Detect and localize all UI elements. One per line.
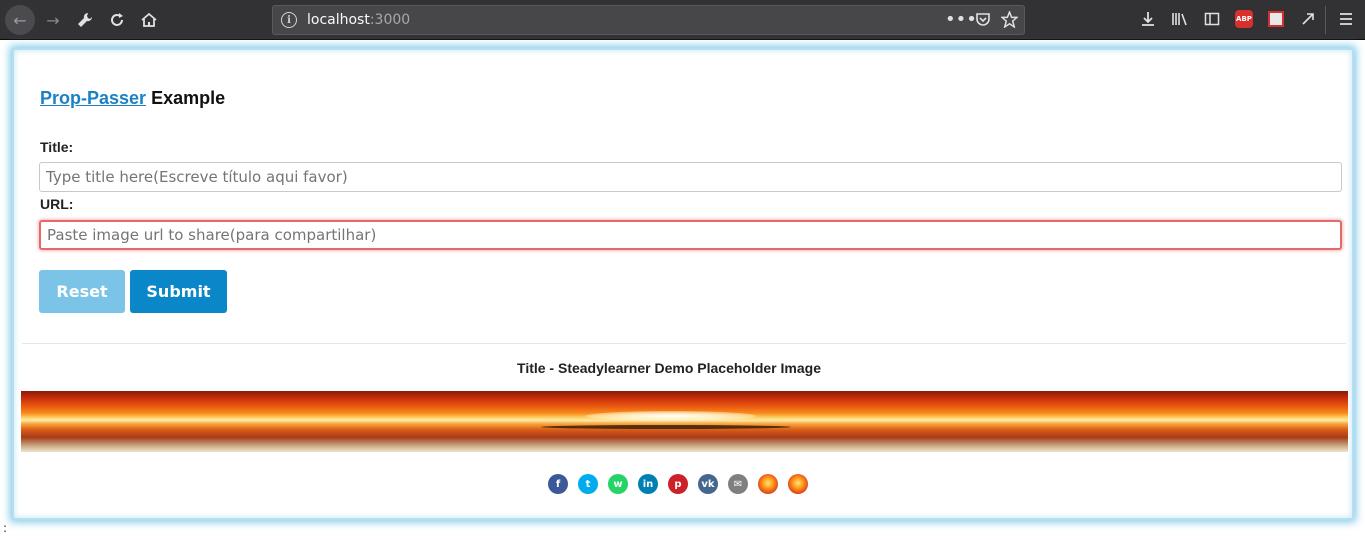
image-share-2-share-icon[interactable] (788, 474, 808, 494)
back-icon[interactable]: ← (5, 5, 35, 35)
extension-icon[interactable] (1266, 9, 1286, 29)
url-label: URL: (40, 196, 74, 212)
pocket-icon[interactable] (975, 11, 991, 31)
download-icon[interactable] (1138, 9, 1158, 29)
sun-glow (586, 411, 756, 421)
adblock-label: ABP (1235, 10, 1253, 28)
whatsapp-share-icon[interactable]: w (608, 474, 628, 494)
page-viewport: Prop-Passer Example Title: URL: Reset Su… (0, 41, 1365, 540)
page-title-rest: Example (146, 88, 226, 108)
star-icon[interactable] (1000, 10, 1019, 32)
menu-icon[interactable] (1336, 9, 1356, 29)
sunset-image (21, 391, 1348, 452)
reload-icon[interactable] (102, 5, 132, 35)
browser-toolbar: ← → i localhost:3000 ••• ABP (0, 0, 1365, 40)
url-bar[interactable]: i localhost:3000 ••• (272, 5, 1025, 35)
prop-passer-link[interactable]: Prop-Passer (40, 88, 146, 108)
image-share-1-share-icon[interactable] (758, 474, 778, 494)
forward-icon[interactable]: → (38, 5, 68, 35)
app-container: Prop-Passer Example Title: URL: Reset Su… (12, 48, 1354, 520)
bottom-mark: : (3, 521, 8, 535)
more-icon[interactable]: ••• (945, 9, 977, 30)
url-input[interactable] (39, 220, 1342, 250)
image-caption: Title - Steadylearner Demo Placeholder I… (517, 360, 821, 376)
twitter-share-icon[interactable]: t (578, 474, 598, 494)
linkedin-share-icon[interactable]: in (638, 474, 658, 494)
url-text[interactable]: localhost:3000 (307, 12, 410, 28)
library-icon[interactable] (1170, 9, 1190, 29)
email-share-icon[interactable]: ✉ (728, 474, 748, 494)
vk-share-icon[interactable]: vk (698, 474, 718, 494)
adblock-icon[interactable]: ABP (1234, 9, 1254, 29)
toolbar-separator (1325, 6, 1326, 34)
reset-button[interactable]: Reset (39, 270, 125, 313)
tool-icon[interactable] (1298, 9, 1318, 29)
info-icon[interactable]: i (281, 12, 297, 28)
title-input[interactable] (39, 162, 1342, 192)
wrench-icon[interactable] (70, 5, 100, 35)
island-silhouette (541, 425, 791, 429)
divider (22, 343, 1346, 344)
home-icon[interactable] (134, 5, 164, 35)
facebook-share-icon[interactable]: f (548, 474, 568, 494)
sidebar-icon[interactable] (1202, 9, 1222, 29)
title-label: Title: (40, 139, 74, 155)
submit-button[interactable]: Submit (130, 270, 227, 313)
pinterest-share-icon[interactable]: p (668, 474, 688, 494)
page-title: Prop-Passer Example (40, 88, 225, 109)
share-buttons: f t w in p vk ✉ (548, 474, 808, 494)
